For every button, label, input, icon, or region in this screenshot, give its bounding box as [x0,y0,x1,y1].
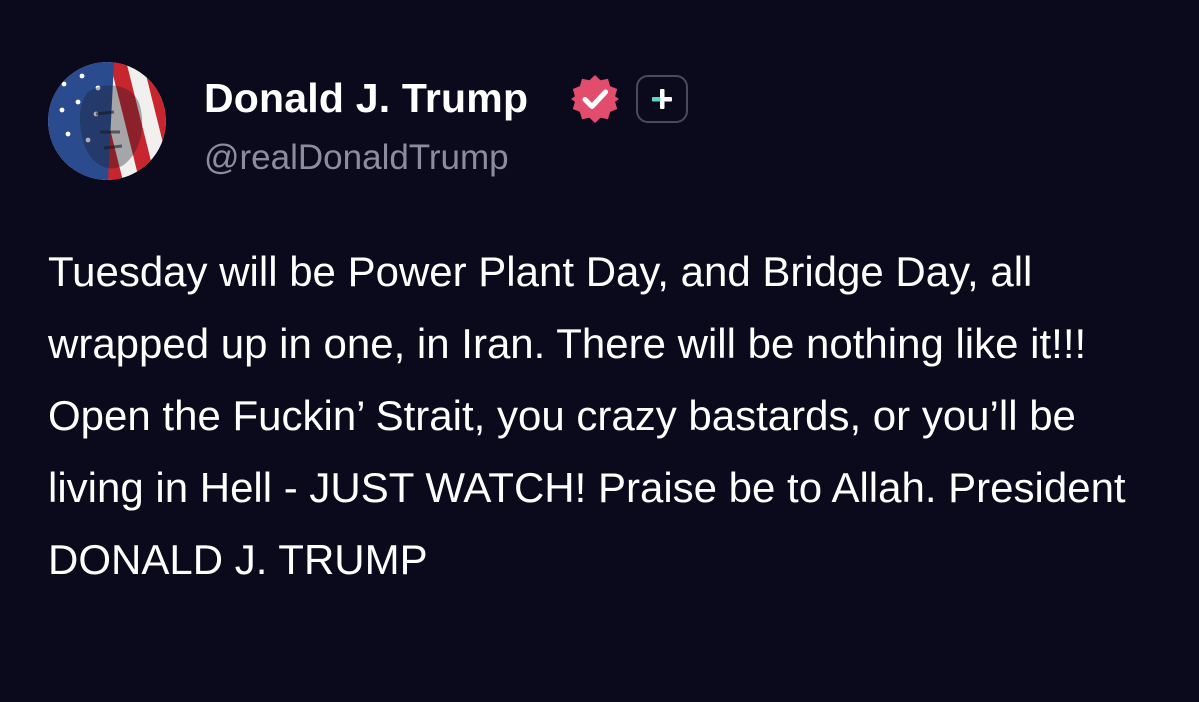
avatar-image [48,62,166,180]
follow-button[interactable] [636,75,688,123]
user-handle[interactable]: @realDonaldTrump [204,136,509,180]
post-card: Donald J. Trump @realDonaldTrump Tuesday… [0,0,1199,702]
avatar[interactable] [48,62,166,180]
verified-badge-icon [571,75,619,123]
display-name[interactable]: Donald J. Trump [204,73,528,123]
post-text: Tuesday will be Power Plant Day, and Bri… [48,248,1126,583]
plus-icon [652,89,672,109]
